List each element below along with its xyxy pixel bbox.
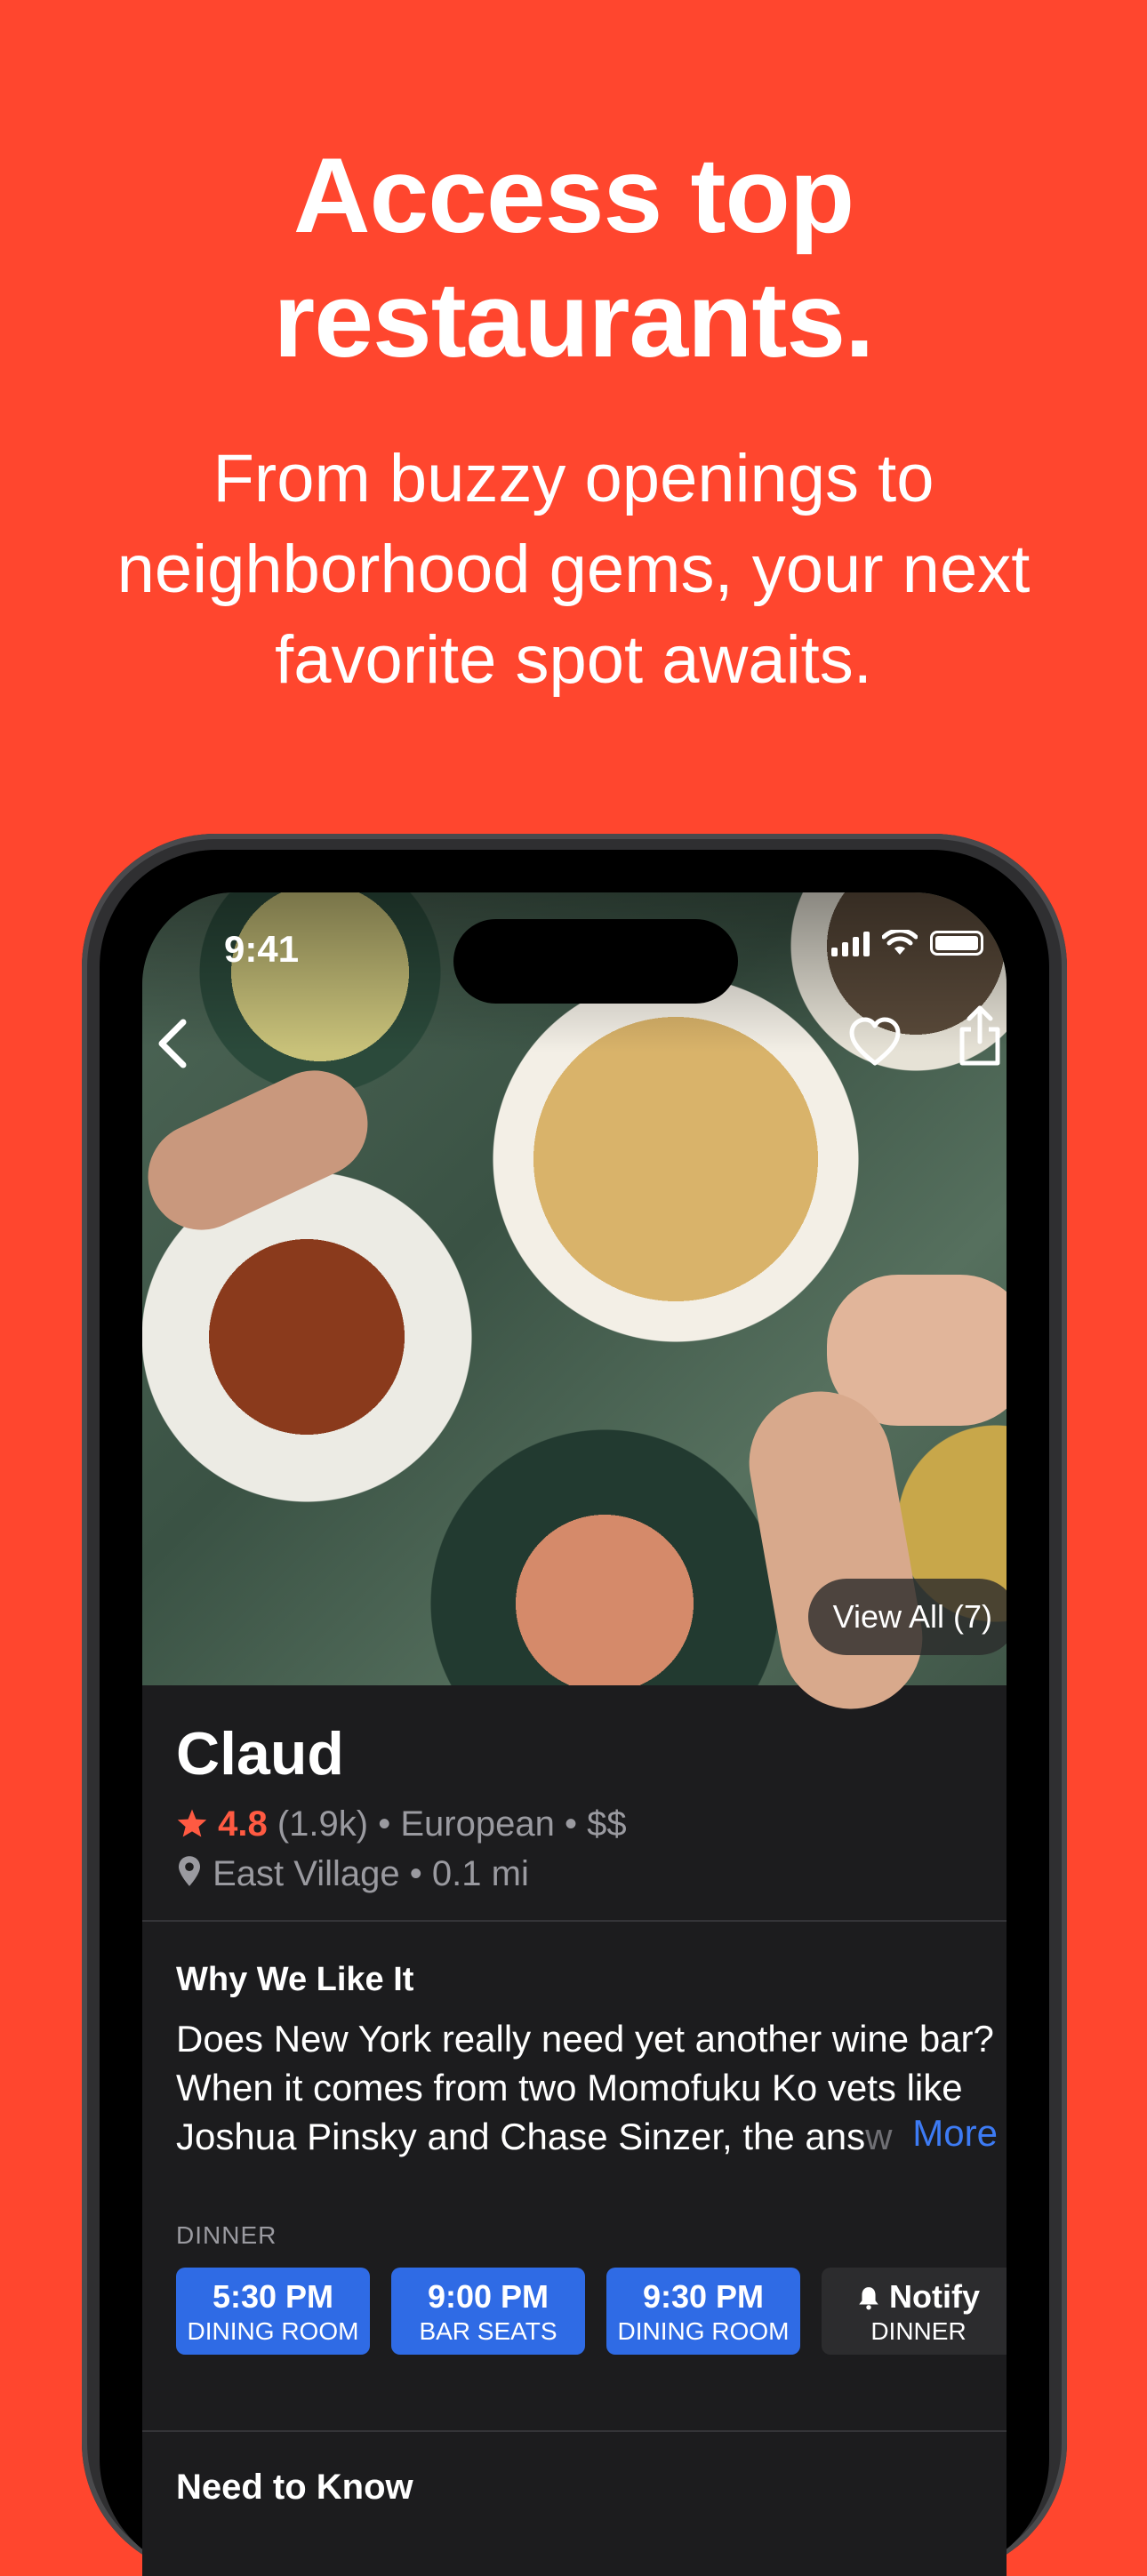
- dinner-label: DINNER: [176, 2221, 277, 2249]
- neighborhood: East Village: [213, 1854, 400, 1893]
- view-all-photos-button[interactable]: View All (7): [807, 1579, 1007, 1655]
- section-divider: [142, 2430, 1007, 2432]
- rating-value: 4.8: [218, 1804, 268, 1844]
- wifi-icon: [882, 930, 918, 955]
- location-pin-icon: [179, 1856, 200, 1886]
- bell-icon: [859, 2287, 878, 2310]
- restaurant-name: Claud: [176, 1720, 344, 1788]
- hero-hand-bottom: [737, 1380, 934, 1721]
- distance: 0.1 mi: [431, 1854, 529, 1893]
- phone-frame: 9:41 View All (7) Claud 4.8 (1.9k) • Eur…: [82, 834, 1067, 2576]
- time-slot-button[interactable]: 5:30 PM DINING ROOM: [176, 2268, 370, 2355]
- heart-icon[interactable]: [848, 1017, 902, 1067]
- hero-photo[interactable]: 9:41 View All (7): [142, 892, 1007, 1721]
- reservation-slots: 5:30 PM DINING ROOM 9:00 PM BAR SEATS 9:…: [176, 2268, 1007, 2355]
- cuisine: European: [400, 1804, 555, 1844]
- phone-screen: 9:41 View All (7) Claud 4.8 (1.9k) • Eur…: [142, 892, 1007, 2576]
- hero-hand-left: [142, 1052, 386, 1248]
- time-slot-button[interactable]: 9:00 PM BAR SEATS: [391, 2268, 585, 2355]
- subhead-line-2: neighborhood gems, your next: [116, 532, 1031, 607]
- headline: Access top restaurants.: [0, 133, 1147, 382]
- why-we-like-it-title: Why We Like It: [176, 1961, 414, 1998]
- time-slot-button[interactable]: 9:30 PM DINING ROOM: [606, 2268, 800, 2355]
- subhead-line-1: From buzzy openings to: [213, 441, 934, 516]
- share-icon[interactable]: [957, 1004, 1003, 1067]
- back-arrow-icon[interactable]: [155, 1017, 190, 1070]
- need-to-know-title: Need to Know: [176, 2468, 413, 2507]
- status-time: 9:41: [224, 928, 300, 970]
- phone-bezel: 9:41 View All (7) Claud 4.8 (1.9k) • Eur…: [100, 850, 1049, 2576]
- price-level: $$: [587, 1804, 627, 1844]
- section-divider: [142, 1920, 1007, 1922]
- subhead-line-3: favorite spot awaits.: [275, 622, 872, 698]
- cellular-signal-icon: [831, 930, 870, 956]
- subhead: From buzzy openings to neighborhood gems…: [53, 434, 1094, 706]
- more-link[interactable]: More: [912, 2112, 998, 2155]
- headline-line-2: restaurants.: [273, 260, 875, 380]
- review-count: (1.9k): [277, 1804, 369, 1844]
- headline-line-1: Access top: [293, 136, 854, 255]
- rating-row: 4.8 (1.9k) • European • $$: [176, 1804, 627, 1844]
- why-we-like-it-text: Does New York really need yet another wi…: [176, 2018, 994, 2157]
- notify-button[interactable]: Notify DINNER: [822, 2268, 1007, 2355]
- location-row: East Village • 0.1 mi: [176, 1854, 529, 1894]
- star-icon: [177, 1809, 207, 1837]
- status-icons: [831, 930, 983, 956]
- dynamic-island: [453, 919, 738, 1004]
- battery-icon: [930, 931, 983, 956]
